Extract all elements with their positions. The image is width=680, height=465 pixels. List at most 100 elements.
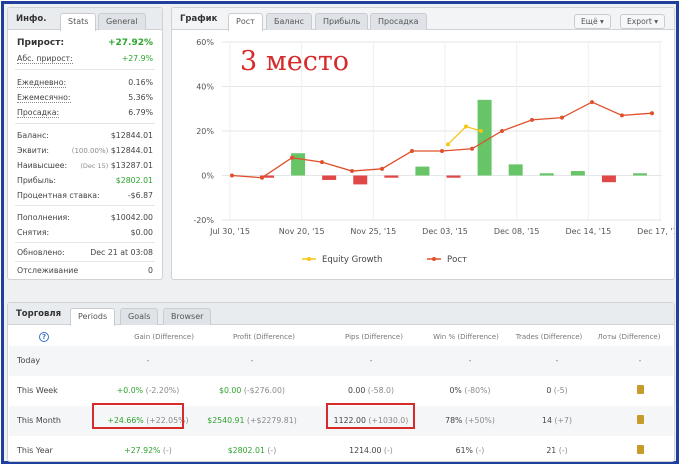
tab-goals[interactable]: Goals — [120, 308, 159, 325]
info-tabbar: Инфо. Stats General — [8, 8, 162, 31]
row-label: This Year — [17, 446, 53, 455]
help-icon[interactable]: ? — [39, 332, 49, 342]
chevron-down-icon: ▾ — [600, 17, 604, 26]
legend-swatch-dot — [432, 257, 436, 261]
highlight-box-gain — [92, 403, 184, 429]
cell-profit: $0.00 (-$276.00) — [192, 386, 312, 395]
x-tick-label: Nov 20, '15 — [279, 227, 325, 236]
bar — [384, 175, 399, 178]
tab-stats[interactable]: Stats — [60, 13, 97, 31]
series-point — [320, 160, 324, 165]
header-lots: Лоты (Difference) — [597, 333, 661, 341]
updated-value: Dec 21 at 03:08 — [90, 248, 153, 257]
x-tick-label: Jul 30, '15 — [209, 227, 250, 236]
divider — [15, 69, 155, 70]
abs-gain-row: Абс. прирост: +27.9% — [17, 54, 153, 64]
table-row: This Year +27.92% (-) $2802.01 (-) 1214.00 … — [9, 436, 673, 465]
bar — [633, 173, 647, 176]
equity-value: $12844.01 — [110, 146, 153, 155]
equity-row: Эквити: (100.00%) $12844.01 — [17, 146, 153, 155]
cell-profit-diff: (-$276.00) — [243, 386, 285, 395]
chart-tabbar: График Рост Баланс Прибыль Просадка Ещё … — [172, 8, 674, 31]
cell-profit-diff: (-) — [267, 446, 277, 455]
tab-periods[interactable]: Periods — [70, 308, 116, 326]
lock-icon[interactable] — [637, 385, 644, 394]
series-point — [380, 166, 384, 171]
chart-title: График — [180, 14, 218, 24]
tracking-value: 0 — [148, 266, 153, 275]
cell-trades: 14 (+7) — [497, 416, 617, 425]
cell-gain-value: +27.92% — [124, 446, 161, 455]
row-label: Today — [17, 356, 41, 365]
cell-profit-value: $2802.01 — [227, 446, 265, 455]
cell-gain-value: - — [146, 356, 150, 365]
profit-row: Прибыль: $2802.01 — [17, 176, 153, 185]
cell-pips-value: - — [369, 356, 373, 365]
y-tick-label: -20% — [193, 216, 214, 225]
cell-gain: +27.92% (-) — [88, 446, 208, 455]
monthly-label[interactable]: Ежемесячно: — [17, 93, 71, 103]
monthly-value: 5.36% — [128, 93, 153, 102]
profit-label: Прибыль: — [17, 176, 57, 185]
more-label: Ещё — [581, 17, 598, 26]
lock-icon[interactable] — [637, 445, 644, 454]
drawdown-value: 6.79% — [128, 108, 153, 117]
y-tick-label: 40% — [196, 83, 214, 92]
highest-row: Наивысшее: (Dec 15) $13287.01 — [17, 161, 153, 170]
tab-browser[interactable]: Browser — [163, 308, 212, 325]
drawdown-label[interactable]: Просадка: — [17, 108, 60, 118]
highest-date: (Dec 15) — [80, 162, 109, 170]
trading-tabbar: Торговля Periods Goals Browser — [8, 303, 674, 326]
abs-gain-label[interactable]: Абс. прирост: — [17, 54, 73, 64]
lock-icon[interactable] — [637, 415, 644, 424]
tab-growth[interactable]: Рост — [228, 13, 263, 31]
daily-row: Ежедневно: 0.16% — [17, 78, 153, 88]
cell-gain-value: +0.0% — [116, 386, 144, 395]
series-point — [464, 124, 468, 129]
withdrawals-row: Снятия: $0.00 — [17, 228, 153, 237]
withdrawals-value: $0.00 — [130, 228, 153, 237]
deposits-value: $10042.00 — [110, 213, 153, 222]
cell-pips-value: 0.00 — [347, 386, 366, 395]
bar — [508, 164, 523, 176]
tab-balance[interactable]: Баланс — [266, 13, 313, 30]
daily-label[interactable]: Ежедневно: — [17, 78, 67, 88]
cell-profit-value: - — [250, 356, 254, 365]
series-point — [350, 169, 354, 174]
tracking-label: Отслеживание — [17, 266, 79, 275]
header-profit: Profit (Difference) — [232, 333, 296, 341]
bar — [322, 175, 337, 180]
divider — [15, 261, 155, 262]
info-panel: Инфо. Stats General Прирост: +27.92% Абс… — [7, 7, 163, 280]
equity-label: Эквити: — [17, 146, 50, 155]
equity-pct: (100.00%) — [71, 147, 109, 155]
divider — [15, 242, 155, 243]
window-frame: Инфо. Stats General Прирост: +27.92% Абс… — [1, 1, 679, 464]
tab-profit[interactable]: Прибыль — [315, 13, 369, 30]
more-button[interactable]: Ещё ▾ — [574, 14, 611, 29]
info-title: Инфо. — [16, 14, 47, 24]
profit-value: $2802.01 — [115, 176, 153, 185]
cell-profit: - — [192, 356, 312, 365]
series-point — [650, 111, 654, 116]
drawdown-row: Просадка: 6.79% — [17, 108, 153, 118]
series-point — [260, 175, 264, 180]
bar — [570, 171, 585, 176]
chart-panel: График Рост Баланс Прибыль Просадка Ещё … — [171, 7, 675, 280]
divider — [15, 123, 155, 124]
cell-gain-diff: (-) — [162, 446, 172, 455]
table-row: This Week +0.0% (-2.20%) $0.00 (-$276.00) 0… — [9, 376, 673, 406]
highest-value: $13287.01 — [110, 161, 153, 170]
tab-general[interactable]: General — [98, 13, 146, 30]
deposits-row: Пополнения: $10042.00 — [17, 213, 153, 222]
updated-label: Обновлено: — [17, 248, 65, 257]
balance-value: $12844.01 — [110, 131, 153, 140]
export-label: Export — [627, 17, 652, 26]
balance-row: Баланс: $12844.01 — [17, 131, 153, 140]
deposits-label: Пополнения: — [17, 213, 70, 222]
series-line — [447, 125, 482, 145]
series-point — [530, 117, 534, 122]
tab-drawdown[interactable]: Просадка — [370, 13, 427, 30]
export-button[interactable]: Export ▾ — [620, 14, 666, 29]
legend-label: Equity Growth — [322, 255, 382, 265]
